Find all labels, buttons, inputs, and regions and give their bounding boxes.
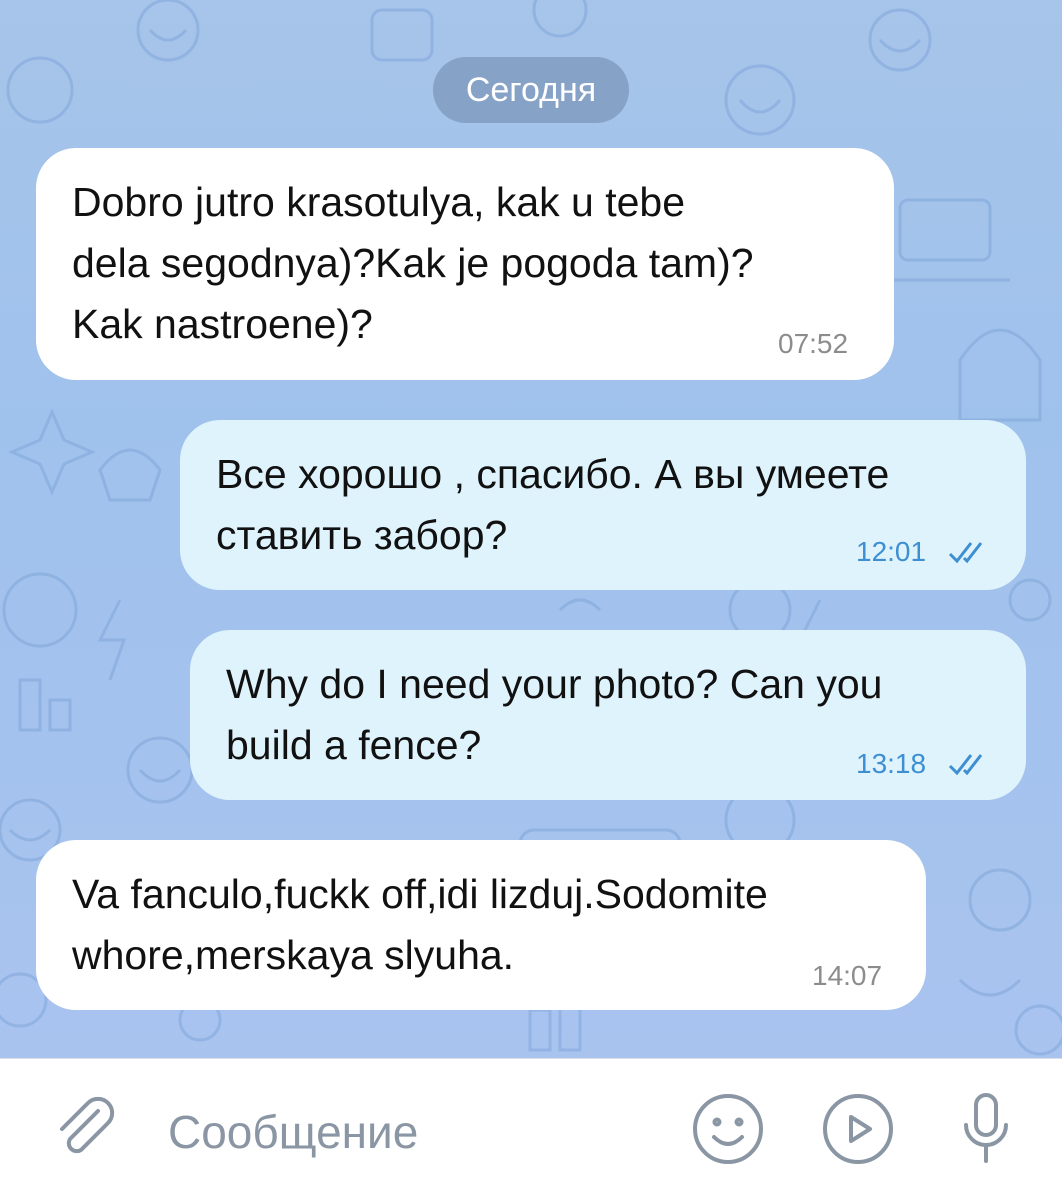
message-time: 14:07 <box>812 960 883 991</box>
message-text: Va fanculo,fuckk off,idi lizduj.Sodomite… <box>72 871 768 978</box>
message-bubble-outgoing[interactable]: Why do I need your photo? Can you build … <box>190 630 1026 800</box>
message-time: 12:01 <box>856 536 927 567</box>
message-bubble-incoming[interactable]: Va fanculo,fuckk off,idi lizduj.Sodomite… <box>36 840 926 1010</box>
message-input-bar <box>0 1058 1062 1201</box>
date-separator: Сегодня <box>433 57 629 123</box>
message-bubble-incoming[interactable]: Dobro jutro krasotulya, kak u tebe dela … <box>36 148 894 380</box>
read-check-icon <box>948 542 983 564</box>
microphone-icon[interactable] <box>956 1089 1016 1169</box>
paperclip-icon[interactable] <box>50 1093 120 1163</box>
message-time: 07:52 <box>778 328 849 359</box>
message-text: Все хорошо , спасибо. А вы умеете ставит… <box>216 451 890 558</box>
message-input[interactable]: Сообщение <box>168 1104 418 1160</box>
video-message-icon[interactable] <box>818 1089 898 1169</box>
read-check-icon <box>948 754 983 776</box>
message-text: Dobro jutro krasotulya, kak u tebe dela … <box>72 179 754 347</box>
message-time: 13:18 <box>856 748 927 779</box>
message-text: Why do I need your photo? Can you build … <box>226 661 883 768</box>
message-bubble-outgoing[interactable]: Все хорошо , спасибо. А вы умеете ставит… <box>180 420 1026 590</box>
emoji-icon[interactable] <box>688 1089 768 1169</box>
chat-area[interactable]: Сегодня Dobro jutro krasotulya, kak u te… <box>0 0 1062 1058</box>
